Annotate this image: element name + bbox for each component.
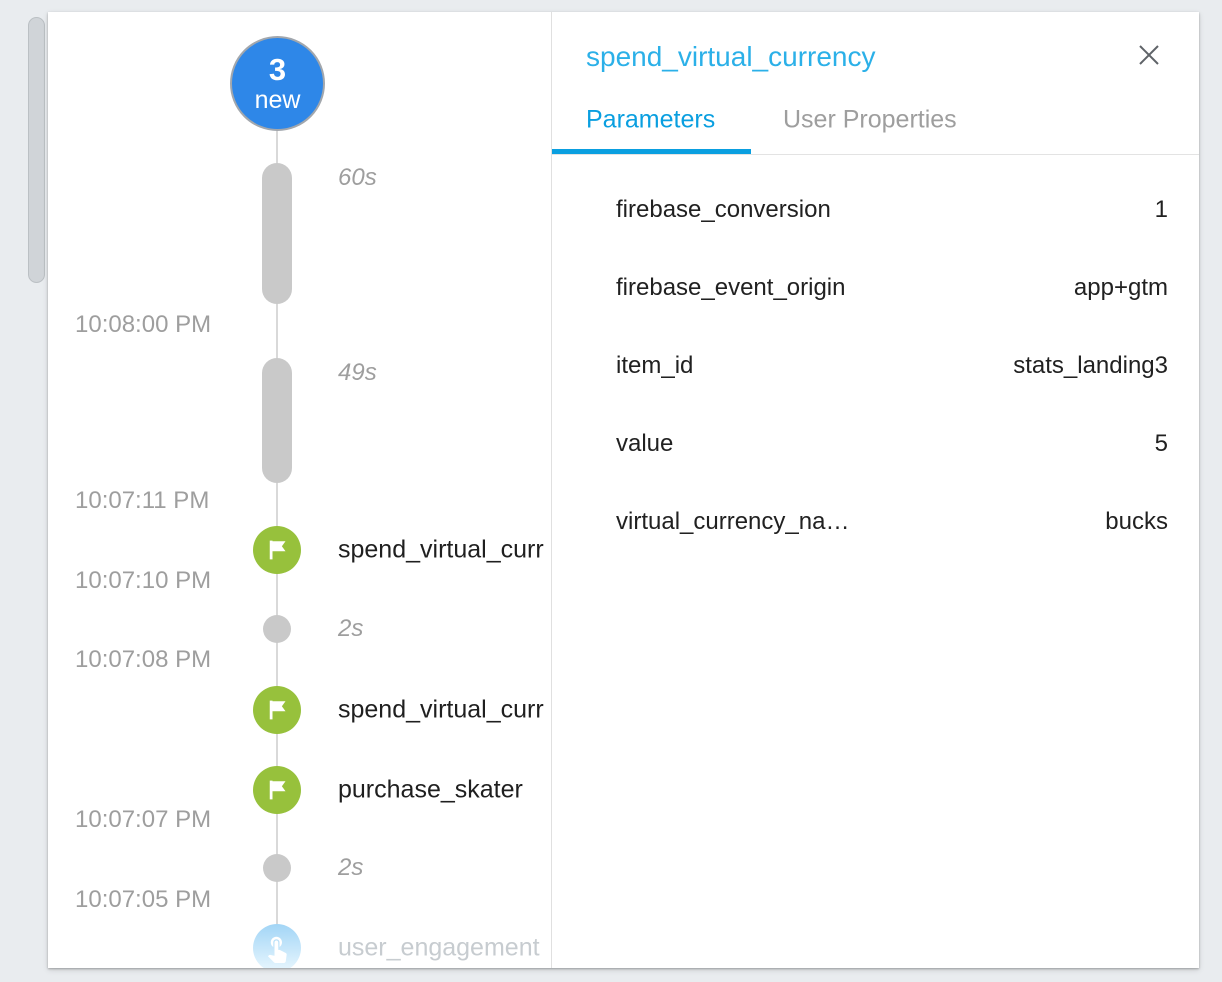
- event-label[interactable]: spend_virtual_curr: [338, 536, 544, 565]
- parameter-name: firebase_conversion: [616, 196, 831, 224]
- new-events-label: new: [255, 86, 301, 114]
- event-flag-icon[interactable]: [253, 766, 301, 814]
- parameter-row: virtual_currency_na… bucks: [552, 483, 1199, 561]
- gap-duration-label: 2s: [338, 615, 363, 643]
- event-flag-icon[interactable]: [253, 526, 301, 574]
- parameter-row: item_id stats_landing3: [552, 327, 1199, 405]
- timeline-gap-dot: [263, 615, 291, 643]
- parameter-row: value 5: [552, 405, 1199, 483]
- parameter-name: virtual_currency_na…: [616, 508, 849, 536]
- parameter-value: 1: [1155, 196, 1168, 224]
- parameter-value: 5: [1155, 430, 1168, 458]
- parameter-name: firebase_event_origin: [616, 274, 846, 302]
- parameter-value: app+gtm: [1074, 274, 1168, 302]
- parameter-name: value: [616, 430, 673, 458]
- gap-duration-label: 2s: [338, 854, 363, 882]
- event-flag-icon[interactable]: [253, 686, 301, 734]
- timeline-gap-pill: [262, 358, 292, 483]
- event-detail-panel: spend_virtual_currency Parameters User Pr…: [551, 12, 1199, 968]
- close-icon: [1136, 42, 1162, 68]
- timeline-gap-pill: [262, 163, 292, 304]
- tab-user-properties[interactable]: User Properties: [783, 106, 957, 135]
- debugview-card: 3 new 10:08:00 PM 10:07:11 PM 10:07:10 PM 1…: [48, 12, 1199, 968]
- event-detail-title: spend_virtual_currency: [586, 41, 876, 73]
- gap-duration-label: 49s: [338, 359, 377, 387]
- parameters-list: firebase_conversion 1 firebase_event_origi…: [552, 171, 1199, 561]
- gap-duration-label: 60s: [338, 164, 377, 192]
- timeline-timestamp: 10:07:08 PM: [75, 646, 211, 674]
- timeline-timestamp: 10:07:10 PM: [75, 567, 211, 595]
- timeline-pane: 3 new 10:08:00 PM 10:07:11 PM 10:07:10 PM 1…: [48, 12, 551, 968]
- parameter-name: item_id: [616, 352, 693, 380]
- event-label[interactable]: purchase_skater: [338, 776, 523, 805]
- new-events-badge[interactable]: 3 new: [230, 36, 325, 131]
- parameter-row: firebase_conversion 1: [552, 171, 1199, 249]
- parameter-value: bucks: [1105, 508, 1168, 536]
- timeline-timestamp: 10:07:11 PM: [75, 487, 209, 515]
- tab-parameters[interactable]: Parameters: [586, 106, 715, 135]
- new-events-count: 3: [269, 54, 286, 86]
- parameter-row: firebase_event_origin app+gtm: [552, 249, 1199, 327]
- tabs-divider: [552, 154, 1199, 155]
- event-label[interactable]: spend_virtual_curr: [338, 696, 544, 725]
- timeline-timestamp: 10:08:00 PM: [75, 311, 211, 339]
- debugview-screen: { "colors": { "background": "#e9ecef", "…: [0, 0, 1222, 982]
- timeline-gap-dot: [263, 854, 291, 882]
- parameter-value: stats_landing3: [1013, 352, 1168, 380]
- page-scrollbar-thumb[interactable]: [28, 17, 45, 283]
- close-button[interactable]: [1131, 37, 1167, 73]
- timeline-timestamp: 10:07:05 PM: [75, 886, 211, 914]
- event-touch-icon[interactable]: [253, 924, 301, 968]
- event-label[interactable]: user_engagement: [338, 934, 540, 963]
- timeline-timestamp: 10:07:07 PM: [75, 806, 211, 834]
